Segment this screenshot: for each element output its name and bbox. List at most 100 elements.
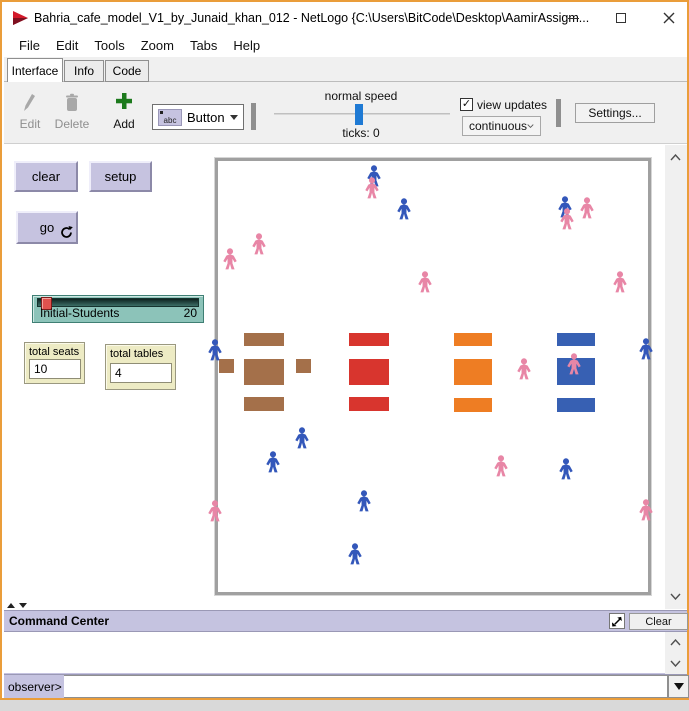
monitor-value: 10 <box>29 359 81 379</box>
setup-button[interactable]: setup <box>89 161 152 192</box>
maximize-icon <box>616 13 626 23</box>
view-updates-label: view updates <box>477 98 567 112</box>
table-block <box>349 397 389 411</box>
monitor-label: total tables <box>110 348 163 360</box>
person-turtle <box>364 177 380 199</box>
settings-button[interactable]: Settings... <box>575 103 655 123</box>
menu-tools[interactable]: Tools <box>87 36 131 55</box>
screenshot-stage: Bahria_cafe_model_V1_by_Junaid_khan_012 … <box>0 0 689 711</box>
delete-trash-icon[interactable] <box>64 93 80 113</box>
table-block <box>349 359 389 385</box>
forever-loop-icon <box>60 226 73 239</box>
chevron-down-icon <box>527 123 534 129</box>
world-view[interactable] <box>215 158 651 595</box>
table-block <box>244 333 284 346</box>
minimize-icon <box>568 18 579 19</box>
person-turtle <box>638 499 654 521</box>
command-input[interactable] <box>64 675 668 698</box>
person-turtle <box>493 455 509 477</box>
scroll-down-icon[interactable] <box>667 656 684 671</box>
person-turtle <box>559 208 575 230</box>
update-mode-dropdown[interactable]: continuous <box>462 116 541 136</box>
button-widget-icon: abc <box>158 109 182 126</box>
table-block <box>454 333 492 346</box>
command-center-resize-button[interactable] <box>609 613 625 629</box>
monitor-value: 4 <box>110 363 172 383</box>
resize-arrows-icon <box>612 616 623 627</box>
observer-prompt: observer> <box>4 675 64 698</box>
tab-code[interactable]: Code <box>105 60 149 82</box>
command-center-scrollbar[interactable] <box>665 632 687 674</box>
window-title: Bahria_cafe_model_V1_by_Junaid_khan_012 … <box>34 11 589 25</box>
netlogo-window: Bahria_cafe_model_V1_by_Junaid_khan_012 … <box>0 0 689 700</box>
observer-context-dropdown[interactable] <box>668 675 689 698</box>
go-button[interactable]: go <box>16 211 78 244</box>
speed-slider-thumb[interactable] <box>355 104 363 125</box>
netlogo-logo-icon <box>12 10 29 26</box>
person-turtle <box>347 543 363 565</box>
add-button-label[interactable]: Add <box>106 117 142 131</box>
command-prompt-row: observer> <box>4 674 687 698</box>
person-turtle <box>566 353 582 375</box>
table-block <box>454 359 492 385</box>
delete-button-label[interactable]: Delete <box>51 117 93 131</box>
interface-vertical-scrollbar[interactable] <box>665 145 687 609</box>
menu-tabs[interactable]: Tabs <box>183 36 224 55</box>
clear-button[interactable]: clear <box>14 161 78 192</box>
command-center-title: Command Center <box>9 614 109 628</box>
splitter-up-icon <box>7 603 15 608</box>
monitor-label: total seats <box>29 346 79 358</box>
person-turtle <box>265 451 281 473</box>
edit-button-label[interactable]: Edit <box>12 117 48 131</box>
person-turtle <box>417 271 433 293</box>
person-turtle <box>516 358 532 380</box>
initial-students-slider[interactable]: Initial-Students 20 <box>32 295 204 323</box>
chevron-down-icon <box>674 683 684 690</box>
go-button-label: go <box>40 220 54 235</box>
title-bar[interactable]: Bahria_cafe_model_V1_by_Junaid_khan_012 … <box>2 2 687 34</box>
widget-type-value: Button <box>187 110 225 125</box>
menu-zoom[interactable]: Zoom <box>134 36 181 55</box>
toolbar-separator <box>251 103 256 130</box>
command-center-splitter[interactable] <box>7 601 31 609</box>
scroll-up-icon[interactable] <box>667 635 684 650</box>
person-turtle <box>612 271 628 293</box>
command-center-header: Command Center Clear <box>4 610 687 632</box>
ticks-counter: ticks: 0 <box>311 126 411 140</box>
person-turtle <box>222 248 238 270</box>
table-block <box>557 333 595 346</box>
tab-interface[interactable]: Interface <box>7 58 63 83</box>
person-turtle <box>207 500 223 522</box>
tab-strip: Interface Info Code <box>4 57 687 82</box>
maximize-button[interactable] <box>598 2 644 34</box>
splitter-down-icon <box>19 603 27 608</box>
widget-type-dropdown[interactable]: abc Button <box>152 104 244 130</box>
menu-help[interactable]: Help <box>226 36 267 55</box>
update-mode-value: continuous <box>469 119 527 133</box>
close-icon <box>663 12 675 24</box>
slider-value: 20 <box>184 306 197 320</box>
table-block <box>219 359 234 373</box>
person-turtle <box>579 197 595 219</box>
interface-toolbar: Edit Delete Add abc Button normal speed … <box>4 82 687 144</box>
minimize-button[interactable] <box>550 2 596 34</box>
scroll-down-icon[interactable] <box>667 589 684 604</box>
edit-pencil-icon[interactable] <box>22 93 37 113</box>
add-plus-icon[interactable] <box>115 92 133 110</box>
table-block <box>296 359 311 373</box>
person-turtle <box>207 339 223 361</box>
table-block <box>244 397 284 411</box>
command-center-output[interactable] <box>4 632 665 674</box>
menu-edit[interactable]: Edit <box>49 36 85 55</box>
person-turtle <box>558 458 574 480</box>
menu-file[interactable]: File <box>12 36 47 55</box>
chevron-down-icon <box>230 115 238 120</box>
person-turtle <box>638 338 654 360</box>
person-turtle <box>356 490 372 512</box>
toolbar-separator <box>556 99 561 127</box>
command-center-clear-button[interactable]: Clear <box>629 613 688 630</box>
tab-info[interactable]: Info <box>64 60 104 82</box>
close-button[interactable] <box>646 2 689 34</box>
scroll-up-icon[interactable] <box>667 150 684 165</box>
view-updates-checkbox[interactable]: ✓ <box>460 98 473 111</box>
